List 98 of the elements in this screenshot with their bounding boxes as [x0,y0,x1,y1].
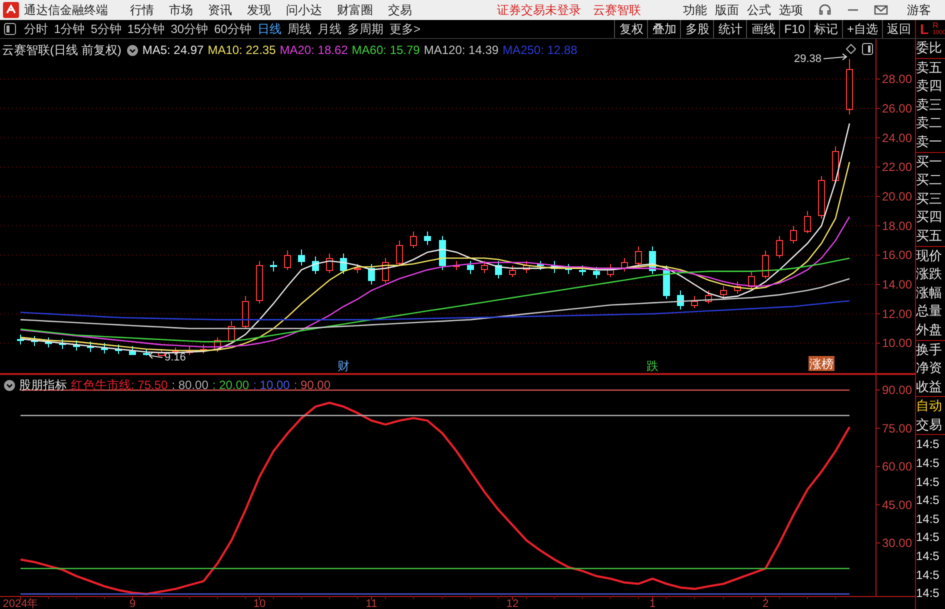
legend-item: MA20: 18.62 [280,42,348,59]
menu-item[interactable]: 财富圈 [337,1,373,19]
chart-title: 云赛智联(日线 前复权) [2,42,122,59]
app-title: 通达信金融终端 [24,2,108,19]
axis-label: 10 [253,598,266,609]
period-tab[interactable]: 5分钟 [88,20,124,38]
axis-label: 12.00 [882,306,912,321]
menu-item[interactable]: 市场 [169,1,193,19]
menu-item[interactable]: 问小达 [286,1,322,19]
quote-label: 买三 [916,190,943,208]
trade-time: 14:5 [916,474,940,491]
legend-item: MA250: 12.88 [502,42,578,59]
legend-item: MA5: 24.97 [142,42,204,59]
quote-label: 收益 [916,378,943,396]
axis-label: 30.00 [882,536,912,550]
menu-item[interactable]: 交易 [388,1,412,19]
quote-label: 换手 [916,340,943,358]
quote-label: 卖四 [916,77,943,96]
stock-name: 云赛智联 [593,2,641,19]
trade-time: 14:5 [916,492,940,510]
trade-time: 14:5 [916,548,940,566]
menu-item[interactable]: 选项 [779,1,803,19]
menu-item[interactable]: 版面 [715,1,739,19]
event-marker: 财 [338,359,350,373]
menu-item[interactable]: 功能 [683,1,707,19]
legend-item: : 10.00 [253,377,290,394]
quote-label: 买二 [916,171,943,190]
menu-item[interactable]: 行情 [130,1,154,19]
quote-label: 外盘 [916,320,943,339]
quote-label: 委比 [916,39,943,57]
axis-label: 2024年 [2,598,38,609]
quote-label: 卖三 [916,96,943,114]
menu-item[interactable]: 资讯 [208,1,232,19]
axis-label: 14.00 [882,278,912,292]
period-tab[interactable]: 60分钟 [211,20,254,38]
quote-label: 卖五 [916,58,943,77]
quote-label: 卖二 [916,114,943,132]
quote-label: 涨跌 [916,265,943,284]
trade-time: 14:5 [916,566,940,584]
trade-button[interactable]: 自动 [916,397,942,416]
price-label: 29.38 [794,52,822,65]
axis-label: 9 [129,598,136,609]
axis-label: 10.00 [882,336,912,350]
axis-label: 24.00 [882,130,912,145]
legend-item: : 90.00 [294,377,331,394]
axis-label: 22.00 [882,160,912,174]
quote-label: 买一 [916,152,943,171]
axis-label: 20.00 [882,189,912,204]
chart-mode-label: L [920,21,929,37]
legend-item: : 80.00 [172,377,208,394]
trade-time: 14:5 [916,585,940,602]
legend-item: MA60: 15.79 [352,42,420,59]
axis-label: 16.00 [882,248,912,262]
trade-button[interactable]: 交易 [916,416,942,434]
quote-label: 卖一 [916,132,943,151]
axis-label: 12 [506,598,519,609]
legend-item: : 20.00 [212,377,250,394]
axis-label: 28.00 [882,72,912,86]
axis-label: 60.00 [882,460,912,474]
period-tab[interactable]: 30分钟 [168,20,212,38]
price-label: 9.16 [164,352,186,364]
period-tab[interactable]: 月线 [314,20,344,38]
axis-label: 45.00 [882,498,912,512]
trade-time: 14:5 [916,529,940,546]
login-status: 证券交易未登录 [497,2,581,19]
legend-item: MA10: 22.35 [208,42,276,59]
quote-label: 涨幅 [916,284,943,302]
quote-label: 现价 [916,246,943,265]
axis-label: 26.00 [882,101,912,116]
event-marker: 跌 [646,359,658,373]
period-tab[interactable]: 日线 [254,20,284,38]
period-tab[interactable]: 更多> [386,20,424,38]
quote-label: 总量 [916,302,943,320]
legend-item: MA120: 14.39 [424,42,499,59]
quote-label: 净资 [916,359,943,378]
period-tab[interactable]: 分时 [21,20,51,38]
quote-label: 买四 [916,208,943,226]
chart-mode-label: R [932,22,940,30]
axis-label: 11 [366,598,378,609]
axis-label: 75.00 [882,421,912,436]
period-tab[interactable]: 周线 [284,20,314,38]
period-tab[interactable]: 多周期 [344,20,386,38]
event-tag: 涨榜 [808,356,834,371]
axis-label: 90.00 [882,383,912,398]
axis-label: 1 [649,598,656,609]
axis-label: 2 [762,598,769,609]
menu-item[interactable]: 发现 [247,1,271,19]
legend-item: 红色牛市线: 75.50 [71,377,168,394]
user-name[interactable]: 游客 [907,1,931,19]
menu-item[interactable]: 公式 [747,1,771,19]
quote-label: 买五 [916,226,943,245]
trade-time: 14:5 [916,510,940,528]
period-tab[interactable]: 1分钟 [51,20,88,38]
axis-label: 18.00 [882,218,912,233]
trade-time: 14:5 [916,455,940,472]
period-tab[interactable]: 15分钟 [124,20,168,38]
indicator-title: 股朋指标 [19,377,67,394]
trade-time: 14:5 [916,436,940,454]
